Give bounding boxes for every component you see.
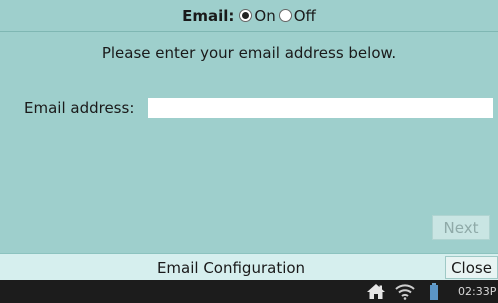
clock-time: 02:33P	[458, 285, 497, 298]
radio-off[interactable]	[278, 9, 292, 22]
bottom-bar-title: Email Configuration	[156, 258, 306, 277]
next-button[interactable]: Next	[432, 215, 490, 240]
wifi-icon	[395, 284, 415, 300]
header: Email: On Off	[0, 0, 498, 32]
radio-on[interactable]	[239, 9, 253, 22]
close-button[interactable]: Close	[445, 256, 498, 279]
radio-on-label[interactable]: On	[254, 7, 275, 25]
system-status-bar: 02:33P	[0, 280, 498, 303]
home-icon[interactable]	[366, 283, 386, 300]
battery-icon	[430, 283, 438, 300]
email-config-screen: Email: On Off Please enter your email ad…	[0, 0, 498, 303]
bottom-bar: Email Configuration Close	[0, 253, 498, 280]
radio-off-label[interactable]: Off	[294, 7, 316, 25]
email-toggle-label: Email:	[182, 6, 235, 25]
email-address-label: Email address:	[24, 99, 135, 117]
instructions-text: Please enter your email address below.	[101, 44, 397, 62]
email-address-input[interactable]	[148, 98, 493, 118]
